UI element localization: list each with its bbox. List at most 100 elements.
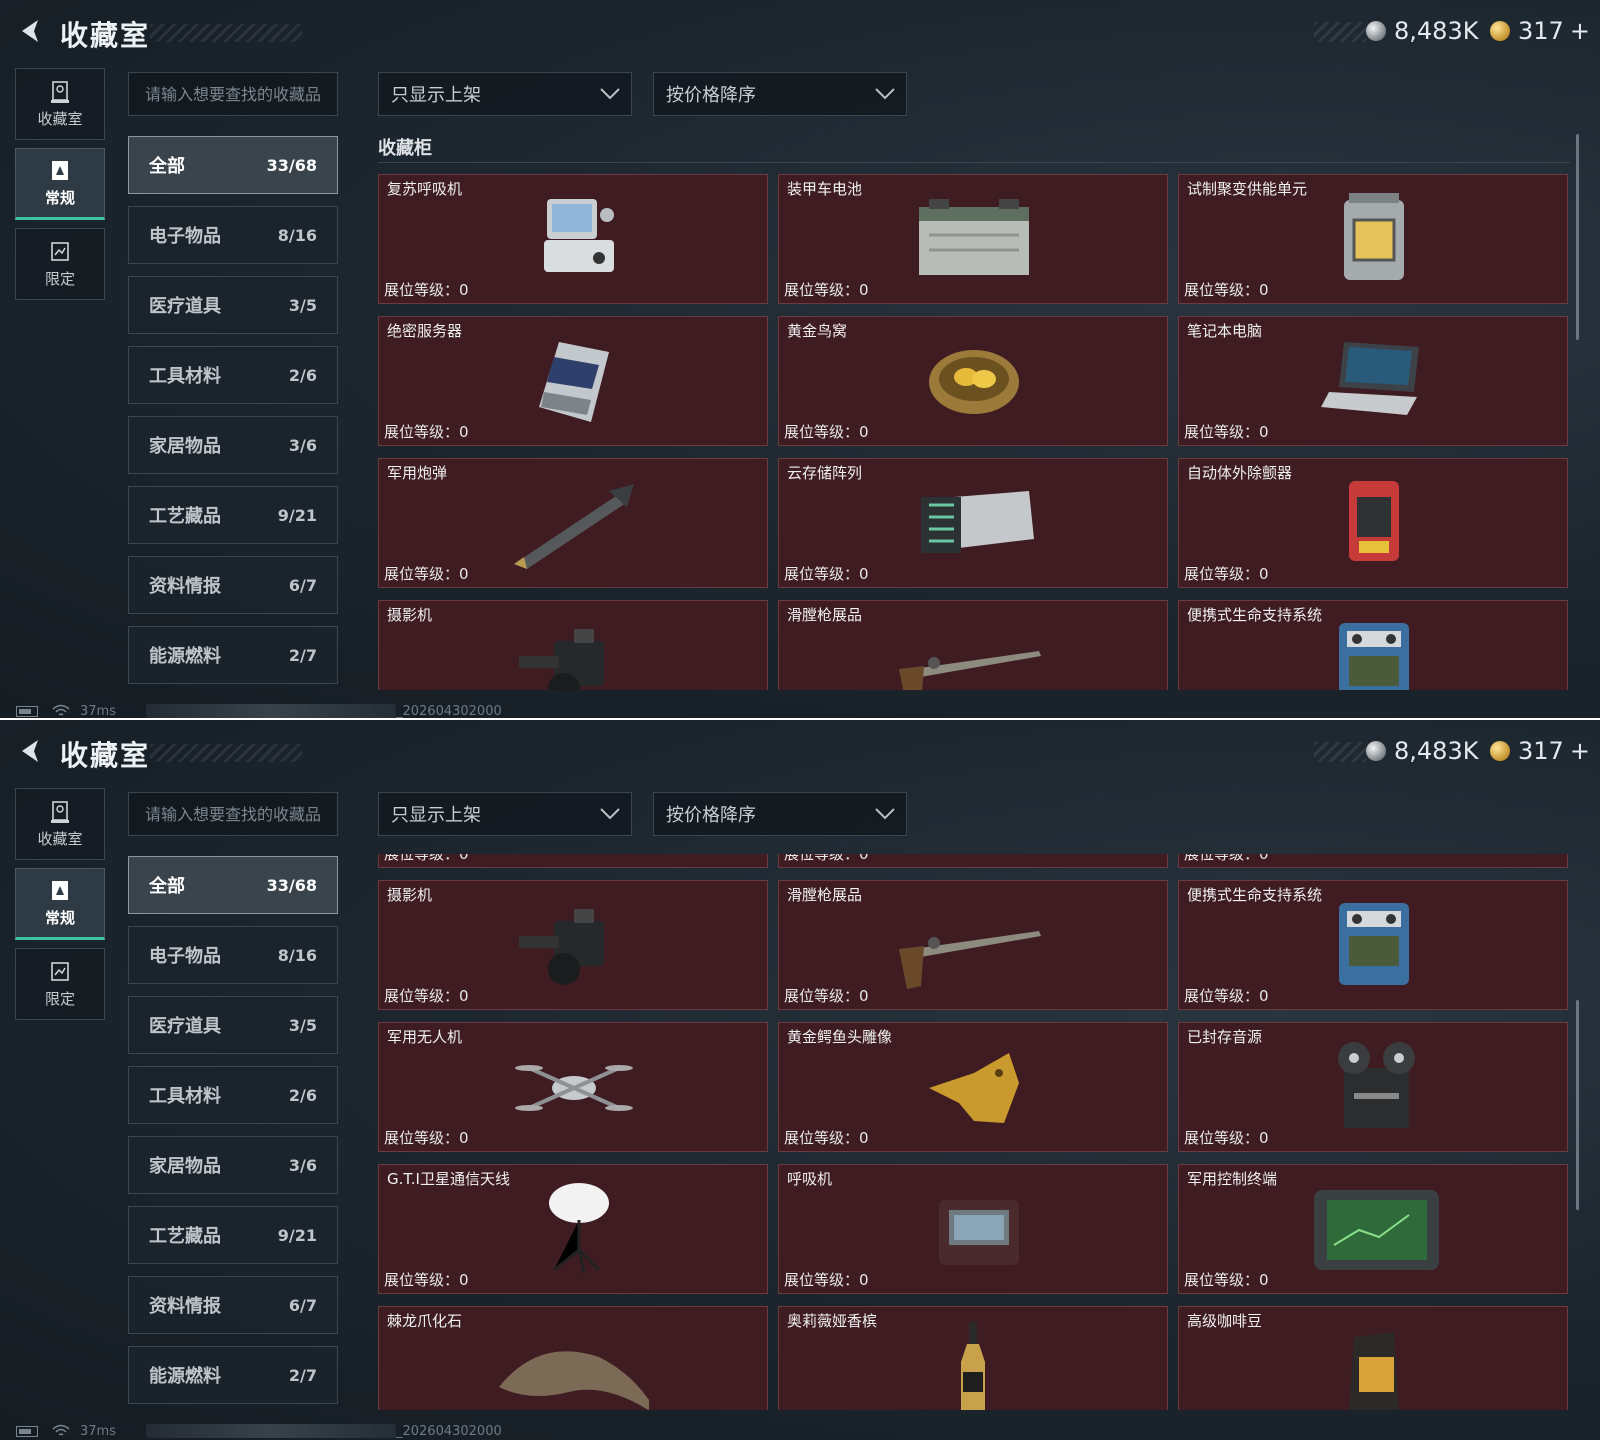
grid-scrollbar[interactable] xyxy=(1576,134,1579,340)
collection-item-card[interactable]: 自动体外除颤器展位等级：0 xyxy=(1178,458,1568,588)
collection-item-card[interactable]: 高级咖啡豆展位等级：0 xyxy=(1178,1306,1568,1410)
category-tab[interactable]: 工艺藏品 9/21 xyxy=(128,486,338,544)
item-level: 展位等级：0 xyxy=(784,1129,869,1147)
collection-item-card[interactable]: 云存储阵列展位等级：0 xyxy=(778,458,1168,588)
category-tab[interactable]: 电子物品 8/16 xyxy=(128,926,338,984)
server-icon xyxy=(499,327,649,431)
display-filter-dropdown[interactable]: 只显示上架 xyxy=(378,792,632,836)
laptop-icon xyxy=(1299,327,1449,431)
collection-room-icon xyxy=(49,80,71,104)
gold-add-button[interactable]: + xyxy=(1570,737,1590,765)
gold-amount: 317 xyxy=(1518,17,1564,45)
category-tab[interactable]: 全部 33/68 xyxy=(128,856,338,914)
collection-item-card[interactable]: 摄影机展位等级：0 xyxy=(378,600,768,690)
gold-currency[interactable]: 317 + xyxy=(1490,16,1590,46)
side-nav-item[interactable]: 限定 xyxy=(15,948,105,1020)
collection-item-card[interactable]: 便携式生命支持系统展位等级：0 xyxy=(1178,600,1568,690)
coffee-bag-icon xyxy=(1299,1317,1449,1410)
gold-add-button[interactable]: + xyxy=(1570,17,1590,45)
collection-item-card[interactable]: 绝密服务器 展位等级：0 xyxy=(378,316,768,446)
collection-item-card[interactable]: 摄影机展位等级：0 xyxy=(378,880,768,1010)
category-tab[interactable]: 资料情报 6/7 xyxy=(128,1276,338,1334)
collection-item-card[interactable]: 试制聚变供能单元 展位等级：0 xyxy=(1178,174,1568,304)
musket-icon xyxy=(899,611,1049,690)
collection-item-card[interactable]: 黄金鳄鱼头雕像 展位等级：0 xyxy=(778,1022,1168,1152)
regular-icon xyxy=(49,159,71,183)
category-name: 全部 xyxy=(149,156,185,177)
display-filter-dropdown[interactable]: 只显示上架 xyxy=(378,72,632,116)
collection-item-card[interactable]: 便携式生命支持系统展位等级：0 xyxy=(1178,880,1568,1010)
category-tab[interactable]: 工具材料 2/6 xyxy=(128,346,338,404)
chevron-down-icon xyxy=(875,88,895,100)
side-nav-item[interactable]: 收藏室 xyxy=(15,68,105,140)
collection-item-card[interactable]: 军用炮弹展位等级：0 xyxy=(378,458,768,588)
grid-scrollbar[interactable] xyxy=(1576,1000,1579,1210)
wifi-icon xyxy=(52,704,70,716)
ping-value: 37ms xyxy=(80,1423,116,1439)
collection-item-card[interactable]: 棘龙爪化石展位等级：0 xyxy=(378,1306,768,1410)
item-name: 奥莉薇娅香槟 xyxy=(787,1312,878,1330)
category-tab[interactable]: 工艺藏品 9/21 xyxy=(128,1206,338,1264)
collection-item-card[interactable]: 装甲车电池 展位等级：0 xyxy=(778,174,1168,304)
collection-item-card[interactable]: 笔记本电脑 展位等级：0 xyxy=(1178,316,1568,446)
category-tab[interactable]: 家居物品 3/6 xyxy=(128,416,338,474)
collection-item-card[interactable]: 奥莉薇娅香槟展位等级：0 xyxy=(778,1306,1168,1410)
item-name: 笔记本电脑 xyxy=(1187,322,1263,340)
item-name: 呼吸机 xyxy=(787,1170,833,1188)
side-nav-item[interactable]: 常规 xyxy=(15,148,105,220)
collection-item-card[interactable]: 复苏呼吸机 展位等级：0 xyxy=(378,174,768,304)
sort-dropdown[interactable]: 按价格降序 xyxy=(653,792,907,836)
item-name: 黄金鸟窝 xyxy=(787,322,848,340)
search-input[interactable] xyxy=(128,792,338,836)
category-name: 资料情报 xyxy=(149,576,221,597)
sort-dropdown[interactable]: 按价格降序 xyxy=(653,72,907,116)
category-count: 3/6 xyxy=(288,435,317,455)
side-nav-label: 常规 xyxy=(44,188,75,207)
collection-item-card[interactable]: 军用控制终端 展位等级：0 xyxy=(1178,1164,1568,1294)
category-tab[interactable]: 能源燃料 2/7 xyxy=(128,626,338,684)
category-tab[interactable]: 全部 33/68 xyxy=(128,136,338,194)
category-tab[interactable]: 医疗道具 3/5 xyxy=(128,996,338,1054)
side-nav-item[interactable]: 收藏室 xyxy=(15,788,105,860)
collection-item-card[interactable]: 滑膛枪展品展位等级：0 xyxy=(778,600,1168,690)
item-name: 棘龙爪化石 xyxy=(387,1312,463,1330)
item-level: 展位等级：0 xyxy=(1184,987,1269,1005)
category-tab[interactable]: 工具材料 2/6 xyxy=(128,1066,338,1124)
item-name: 高级咖啡豆 xyxy=(1187,1312,1263,1330)
collection-room-icon xyxy=(49,800,71,824)
control-terminal-icon xyxy=(1299,1175,1449,1279)
collection-item-card[interactable]: G.T.I卫星通信天线 展位等级：0 xyxy=(378,1164,768,1294)
build-id: _202604302000 xyxy=(395,703,502,719)
top-bar: 收藏室 8,483K 317 + xyxy=(0,0,1600,64)
category-tab[interactable]: 资料情报 6/7 xyxy=(128,556,338,614)
side-nav-label: 限定 xyxy=(44,989,75,1008)
side-nav-item[interactable]: 限定 xyxy=(15,228,105,300)
collection-item-card[interactable]: 军用无人机 展位等级：0 xyxy=(378,1022,768,1152)
item-name: 黄金鳄鱼头雕像 xyxy=(787,1028,893,1046)
category-tab[interactable]: 家居物品 3/6 xyxy=(128,1136,338,1194)
collection-item-card[interactable]: 呼吸机 展位等级：0 xyxy=(778,1164,1168,1294)
category-name: 工具材料 xyxy=(149,1086,221,1107)
life-support-icon xyxy=(1299,891,1449,995)
collection-item-card[interactable]: 云存储阵列展位等级：0 xyxy=(778,854,1168,868)
battery-icon xyxy=(16,705,38,717)
collection-item-card[interactable]: 军用炮弹展位等级：0 xyxy=(378,854,768,868)
collection-item-card[interactable]: 黄金鸟窝 展位等级：0 xyxy=(778,316,1168,446)
category-tab[interactable]: 电子物品 8/16 xyxy=(128,206,338,264)
item-name: 复苏呼吸机 xyxy=(387,180,463,198)
page-title: 收藏室 xyxy=(60,739,151,772)
ping-value: 37ms xyxy=(80,703,116,719)
side-nav-item[interactable]: 常规 xyxy=(15,868,105,940)
category-name: 电子物品 xyxy=(149,226,221,247)
gold-currency[interactable]: 317 + xyxy=(1490,736,1590,766)
back-button[interactable] xyxy=(16,16,46,46)
collection-item-card[interactable]: 滑膛枪展品展位等级：0 xyxy=(778,880,1168,1010)
back-button[interactable] xyxy=(16,736,46,766)
item-level: 展位等级：0 xyxy=(784,565,869,583)
category-tab[interactable]: 医疗道具 3/5 xyxy=(128,276,338,334)
page-title: 收藏室 xyxy=(60,19,151,52)
category-tab[interactable]: 能源燃料 2/7 xyxy=(128,1346,338,1404)
collection-item-card[interactable]: 已封存音源 展位等级：0 xyxy=(1178,1022,1568,1152)
collection-item-card[interactable]: 自动体外除颤器展位等级：0 xyxy=(1178,854,1568,868)
search-input[interactable] xyxy=(128,72,338,116)
